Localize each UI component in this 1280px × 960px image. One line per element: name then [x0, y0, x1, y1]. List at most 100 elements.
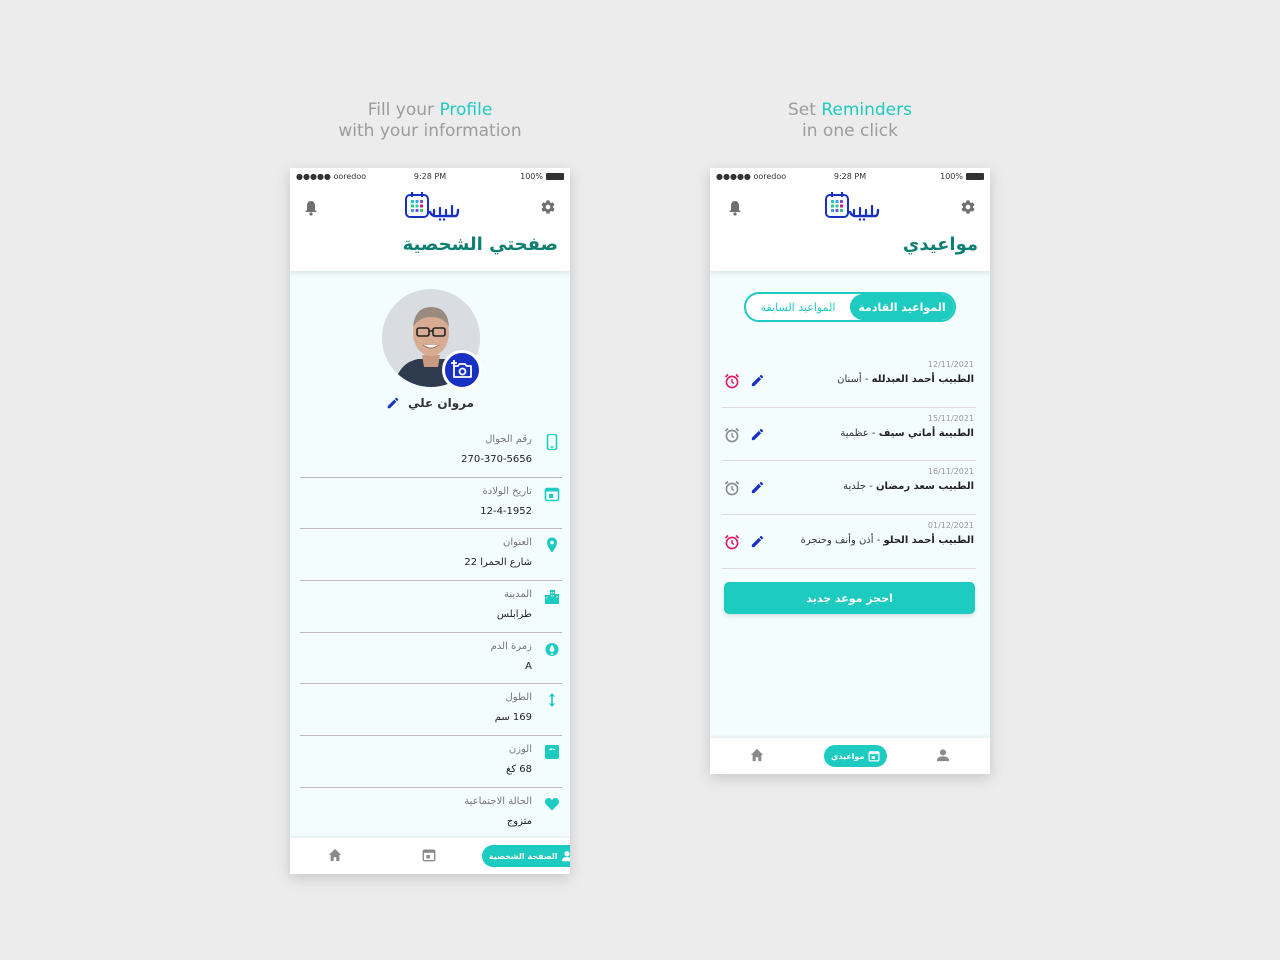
appointment-date: 01/12/2021	[927, 521, 974, 531]
caption-accent-word: Profile	[439, 100, 493, 120]
doctor-name: الطبيب أحمد الحلو	[883, 535, 975, 547]
appointment-title: الطبيب سعد رمضان - جلدية	[843, 481, 974, 492]
app-header: ●●●●● ooredoo 9:28 PM 100% صفحتي الشحصية	[290, 168, 570, 271]
alarm-on-icon[interactable]	[724, 373, 740, 389]
bottom-tabbar: مواعيدي	[710, 738, 990, 774]
edit-icon[interactable]	[750, 480, 765, 495]
appointment-date: 12/11/2021	[927, 360, 974, 369]
field-label: الوزن	[508, 744, 532, 756]
profile-caption: Fill your Profile with your information	[280, 100, 580, 142]
edit-icon[interactable]	[750, 373, 765, 388]
tab-upcoming-appointments[interactable]: المواعيد القادمة	[850, 294, 954, 320]
add-photo-icon	[451, 360, 472, 378]
field-phone[interactable]: رقم الجوال 270-370-5656	[300, 426, 562, 478]
gear-icon[interactable]	[540, 199, 556, 215]
battery-percent: 100%	[940, 172, 963, 181]
alarm-on-icon[interactable]	[724, 534, 740, 550]
field-city[interactable]: المدينة طرابلس	[300, 581, 562, 633]
field-birthdate[interactable]: تاريخ الولادة 12-4-1952	[300, 478, 562, 530]
bottom-tabbar: الصفحة الشخصية	[290, 838, 570, 874]
tab-profile-active[interactable]: الصفحة الشخصية	[482, 845, 570, 867]
field-label: زمرة الدم	[490, 640, 532, 652]
book-new-appointment-button[interactable]: احجز موعد جديد	[724, 582, 975, 614]
specialty: - أذن وأنف وحنجرة	[800, 535, 884, 547]
field-value: طرابلس	[496, 609, 532, 621]
phone-icon	[546, 434, 558, 450]
blood-drop-icon	[545, 642, 559, 656]
doctor-name: الطبيبة أماني سيف	[878, 427, 974, 439]
field-label: رقم الجوال	[485, 434, 532, 445]
app-logo	[825, 192, 880, 221]
gear-icon[interactable]	[960, 199, 976, 215]
appointment-item[interactable]: 16/11/2021 الطبيب سعد رمضان - جلدية	[722, 461, 976, 516]
alarm-off-icon[interactable]	[724, 427, 740, 443]
edit-icon[interactable]	[750, 427, 765, 442]
field-height[interactable]: الطول 169 سم	[300, 684, 562, 737]
tab-label: مواعيدي	[831, 751, 865, 761]
profile-fields: رقم الجوال 270-370-5656 تاريخ الولادة 12…	[300, 426, 562, 840]
status-bar: ●●●●● ooredoo 9:28 PM 100%	[716, 172, 984, 184]
bell-icon[interactable]	[304, 200, 318, 216]
battery-indicator: 100%	[520, 172, 564, 181]
battery-percent: 100%	[520, 172, 543, 181]
status-bar: ●●●●● ooredoo 9:28 PM 100%	[296, 172, 564, 184]
field-weight[interactable]: الوزن 68 كغ	[300, 736, 562, 788]
home-icon[interactable]	[328, 848, 342, 862]
doctor-name: الطبيب سعد رمضان	[876, 481, 974, 493]
appointment-title: الطبيب أحمد الحلو - أذن وأنف وحنجرة	[801, 535, 974, 546]
caption-line2: with your information	[338, 121, 522, 141]
appointments-list: 12/11/2021 الطبيب أحمد العبدلله - أسنان …	[722, 354, 976, 569]
person-icon[interactable]	[936, 748, 950, 762]
tab-past-appointments[interactable]: المواعيد السابقة	[746, 294, 850, 320]
field-label: المدينة	[503, 589, 532, 601]
heart-icon	[544, 797, 560, 811]
page-title: مواعيدي	[902, 234, 978, 255]
field-value: A	[525, 660, 532, 672]
calendar-tab-icon[interactable]	[422, 848, 436, 862]
appointments-segmented-control: المواعيد القادمة المواعيد السابقة	[744, 292, 956, 322]
field-value: 12-4-1952	[480, 505, 532, 517]
field-value: 68 كغ	[506, 764, 532, 776]
user-name: مروان علي	[407, 396, 475, 410]
home-icon[interactable]	[750, 748, 764, 762]
specialty: - جلدية	[843, 481, 877, 493]
name-row: مروان علي	[290, 396, 570, 410]
person-icon	[562, 851, 570, 862]
appointment-item[interactable]: 12/11/2021 الطبيب أحمد العبدلله - أسنان	[722, 354, 976, 408]
location-pin-icon	[547, 537, 557, 553]
tab-appointments-active[interactable]: مواعيدي	[824, 745, 888, 767]
field-address[interactable]: العنوان شارع الحمرا 22	[300, 529, 562, 582]
appointments-screen: ●●●●● ooredoo 9:28 PM 100% مواعيدي الموا…	[710, 168, 990, 774]
city-icon	[545, 590, 559, 605]
field-blood-type[interactable]: زمرة الدم A	[300, 633, 562, 685]
profile-screen: ●●●●● ooredoo 9:28 PM 100% صفحتي الشحصية	[290, 168, 570, 874]
appointment-item[interactable]: 01/12/2021 الطبيب أحمد الحلو - أذن وأنف …	[722, 515, 976, 569]
caption-accent-word: Reminders	[821, 100, 912, 120]
field-value: 270-370-5656	[461, 454, 532, 465]
battery-icon	[966, 173, 984, 180]
caption-line1: Fill your	[367, 100, 440, 120]
field-marital-status[interactable]: الحالة الاجتماعية متزوج	[300, 788, 562, 840]
battery-icon	[546, 173, 564, 180]
reminders-caption: Set Reminders in one click	[700, 100, 1000, 142]
field-value: 169 سم	[494, 712, 532, 724]
field-label: الطول	[505, 692, 532, 704]
tab-label: الصفحة الشخصية	[489, 851, 558, 861]
doctor-name: الطبيب أحمد العبدلله	[871, 374, 974, 385]
page-title: صفحتي الشحصية	[402, 234, 558, 255]
appointment-item[interactable]: 15/11/2021 الطبيبة أماني سيف - عظمية	[722, 408, 976, 462]
edit-name-icon[interactable]	[386, 396, 400, 410]
app-header: ●●●●● ooredoo 9:28 PM 100% مواعيدي	[710, 168, 990, 271]
alarm-off-icon[interactable]	[724, 480, 740, 496]
field-label: تاريخ الولادة	[482, 485, 532, 497]
specialty: - عظمية	[840, 427, 879, 439]
field-label: العنوان	[503, 537, 532, 549]
caption-line1: Set	[788, 100, 822, 120]
edit-icon[interactable]	[750, 534, 765, 549]
field-value: شارع الحمرا 22	[464, 557, 532, 569]
appointment-title: الطبيبة أماني سيف - عظمية	[840, 428, 974, 439]
scale-icon	[545, 745, 559, 760]
battery-indicator: 100%	[940, 172, 984, 181]
bell-icon[interactable]	[728, 200, 742, 216]
change-photo-button[interactable]	[442, 350, 482, 390]
